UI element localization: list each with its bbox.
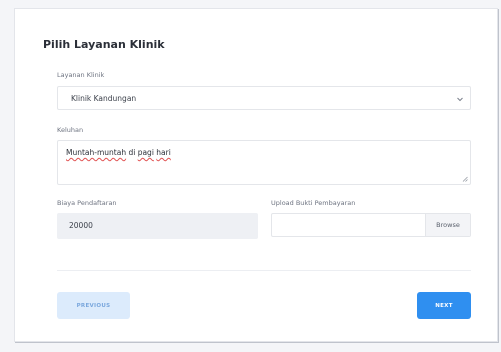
- layanan-selected-value: Klinik Kandungan: [71, 94, 137, 103]
- biaya-field: 20000: [57, 213, 258, 239]
- layanan-select[interactable]: Klinik Kandungan: [57, 86, 471, 110]
- upload-file-input[interactable]: Browse: [271, 213, 471, 237]
- upload-label: Upload Bukti Pembayaran: [271, 199, 356, 207]
- biaya-label: Biaya Pendaftaran: [57, 199, 117, 207]
- browse-button[interactable]: Browse: [425, 214, 470, 236]
- layanan-label: Layanan Klinik: [57, 71, 105, 79]
- resize-grip-icon[interactable]: [462, 176, 468, 182]
- chevron-down-icon: [457, 97, 463, 102]
- divider: [57, 270, 471, 271]
- next-button[interactable]: NEXT: [417, 292, 471, 319]
- previous-button[interactable]: PREVIOUS: [57, 292, 130, 319]
- page-title: Pilih Layanan Klinik: [43, 38, 165, 51]
- keluhan-textarea[interactable]: Muntah-muntah di pagi hari: [57, 140, 471, 185]
- keluhan-text: Muntah-muntah di pagi hari: [66, 148, 171, 157]
- biaya-value: 20000: [69, 221, 93, 230]
- keluhan-label: Keluhan: [57, 126, 84, 134]
